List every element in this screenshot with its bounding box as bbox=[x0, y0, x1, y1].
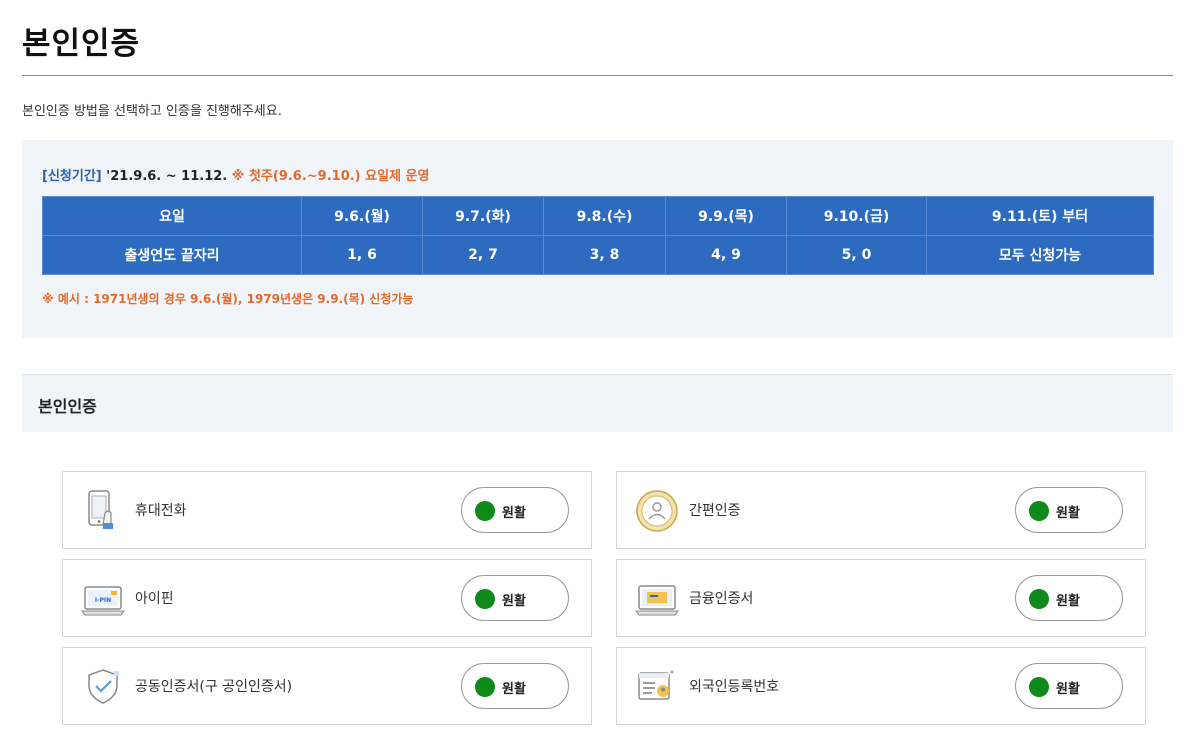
table-row: 출생연도 끝자리 1, 6 2, 7 3, 8 4, 9 5, 0 모두 신청가… bbox=[42, 235, 1154, 275]
status-button[interactable]: 원활 bbox=[461, 575, 569, 621]
auth-method-label: 간편인증 bbox=[689, 503, 741, 519]
auth-method-simple[interactable]: 간편인증 원활 bbox=[616, 471, 1146, 549]
status-indicator bbox=[1029, 501, 1049, 521]
digit-cell: 2, 7 bbox=[422, 235, 544, 275]
auth-method-joint-certificate[interactable]: 공동인증서(구 공인인증서) 원활 bbox=[62, 647, 592, 725]
status-button[interactable]: 원활 bbox=[1015, 487, 1123, 533]
status-button[interactable]: 원활 bbox=[1015, 575, 1123, 621]
digit-cell: 4, 9 bbox=[665, 235, 787, 275]
ipin-icon: I-PIN bbox=[81, 577, 125, 621]
status-indicator bbox=[475, 677, 495, 697]
auth-method-alien-registration[interactable]: 외국인등록번호 원활 bbox=[616, 647, 1146, 725]
status-text: 원활 bbox=[1056, 506, 1080, 521]
row-header-birth-digit: 출생연도 끝자리 bbox=[42, 235, 302, 275]
alien-registration-icon bbox=[635, 665, 679, 709]
row-header-day: 요일 bbox=[42, 196, 302, 236]
simple-auth-icon bbox=[635, 489, 679, 533]
financial-certificate-icon bbox=[635, 577, 679, 621]
notice-box: [신청기간] '21.9.6. ~ 11.12. ※ 첫주(9.6.~9.10.… bbox=[22, 140, 1173, 338]
digit-cell: 모두 신청가능 bbox=[926, 235, 1154, 275]
status-button[interactable]: 원활 bbox=[461, 663, 569, 709]
status-button[interactable]: 원활 bbox=[461, 487, 569, 533]
status-text: 원활 bbox=[1056, 594, 1080, 609]
day-cell: 9.8.(수) bbox=[543, 196, 666, 236]
status-text: 원활 bbox=[1056, 682, 1080, 697]
auth-method-label: 휴대전화 bbox=[135, 503, 187, 519]
status-text: 원활 bbox=[502, 506, 526, 521]
joint-certificate-icon bbox=[81, 665, 125, 709]
auth-method-label: 금융인증서 bbox=[689, 591, 754, 607]
intro-text: 본인인증 방법을 선택하고 인증을 진행해주세요. bbox=[22, 104, 282, 119]
example-note: ※ 예시 : 1971년생의 경우 9.6.(월), 1979년생은 9.9.(… bbox=[42, 292, 414, 306]
status-text: 원활 bbox=[502, 682, 526, 697]
status-indicator bbox=[1029, 677, 1049, 697]
period-label: [신청기간] bbox=[42, 169, 102, 184]
status-indicator bbox=[1029, 589, 1049, 609]
table-row: 요일 9.6.(월) 9.7.(화) 9.8.(수) 9.9.(목) 9.10.… bbox=[42, 196, 1154, 236]
status-button[interactable]: 원활 bbox=[1015, 663, 1123, 709]
period-note: ※ 첫주(9.6.~9.10.) 요일제 운영 bbox=[231, 169, 430, 184]
title-divider bbox=[22, 75, 1173, 76]
day-cell: 9.10.(금) bbox=[786, 196, 927, 236]
section-title: 본인인증 bbox=[38, 397, 97, 416]
period-dates: '21.9.6. ~ 11.12. bbox=[106, 169, 228, 184]
day-cell: 9.11.(토) 부터 bbox=[926, 196, 1154, 236]
auth-method-financial-certificate[interactable]: 금융인증서 원활 bbox=[616, 559, 1146, 637]
ipin-icon-text: I-PIN bbox=[95, 597, 111, 604]
mobile-phone-icon bbox=[81, 489, 125, 533]
page-title: 본인인증 bbox=[22, 26, 141, 62]
section-header: 본인인증 bbox=[22, 374, 1173, 432]
auth-method-mobile[interactable]: 휴대전화 원활 bbox=[62, 471, 592, 549]
day-cell: 9.9.(목) bbox=[665, 196, 787, 236]
day-cell: 9.6.(월) bbox=[301, 196, 423, 236]
auth-method-label: 공동인증서(구 공인인증서) bbox=[135, 679, 293, 695]
day-cell: 9.7.(화) bbox=[422, 196, 544, 236]
status-indicator bbox=[475, 589, 495, 609]
digit-cell: 3, 8 bbox=[543, 235, 666, 275]
auth-method-label: 아이핀 bbox=[135, 591, 174, 607]
auth-method-label: 외국인등록번호 bbox=[689, 679, 780, 695]
application-period: [신청기간] '21.9.6. ~ 11.12. ※ 첫주(9.6.~9.10.… bbox=[42, 165, 429, 184]
schedule-table: 요일 9.6.(월) 9.7.(화) 9.8.(수) 9.9.(목) 9.10.… bbox=[42, 196, 1154, 275]
digit-cell: 1, 6 bbox=[301, 235, 423, 275]
auth-method-ipin[interactable]: I-PIN 아이핀 원활 bbox=[62, 559, 592, 637]
status-indicator bbox=[475, 501, 495, 521]
digit-cell: 5, 0 bbox=[786, 235, 927, 275]
status-text: 원활 bbox=[502, 594, 526, 609]
